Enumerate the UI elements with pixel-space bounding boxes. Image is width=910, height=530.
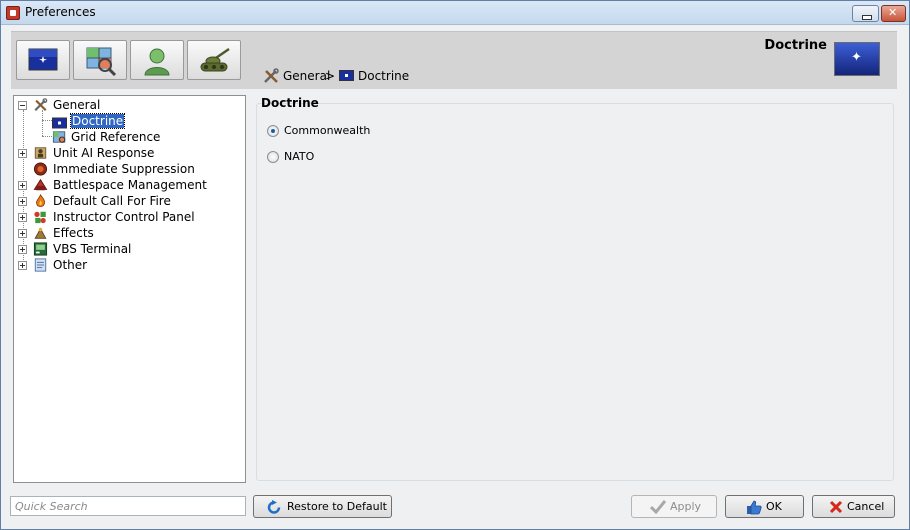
toolbar-button-grid-reference[interactable] [73,40,127,80]
tree-item-instructor-control-panel[interactable]: Instructor Control Panel [18,209,238,225]
toolbar-button-vehicle[interactable] [187,40,241,80]
cancel-x-icon [829,500,843,514]
radio-button-checked[interactable] [267,125,279,137]
terminal-icon [33,242,48,256]
tree-connector [42,110,43,136]
close-window-button[interactable] [881,5,906,22]
radio-button-unchecked[interactable] [267,151,279,163]
tools-icon [34,98,48,112]
tree-item-label: General [53,98,101,112]
apply-button[interactable]: Apply [631,495,717,518]
battlespace-icon [33,178,48,191]
tree-item-label: Grid Reference [71,130,161,144]
expand-icon[interactable] [18,245,27,254]
tools-icon [264,68,279,83]
preferences-window: Preferences ✕ General > Doctrine Doctrin… [0,0,910,530]
header-flag-icon [834,42,880,76]
tree-item-label: Unit AI Response [53,146,155,160]
tree-item-label: Immediate Suppression [53,162,195,176]
flag-icon [28,48,58,71]
map-search-icon [86,47,117,76]
expand-icon[interactable] [18,149,27,158]
checkmark-icon [650,500,666,514]
breadcrumb-doctrine: Doctrine [358,69,410,83]
user-icon [144,48,170,76]
tree-item-general[interactable]: General [18,97,238,113]
window-title: Preferences [25,5,96,19]
tree-item-label: Battlespace Management [53,178,207,192]
tree-item-label: VBS Terminal [53,242,132,256]
tree-connector [42,120,52,121]
toolbar-button-user[interactable] [130,40,184,80]
restore-label: Restore to Default [287,500,387,513]
ok-button[interactable]: OK [725,495,804,518]
restore-default-button[interactable]: Restore to Default [253,495,392,518]
tree-item-label: Default Call For Fire [53,194,171,208]
expand-icon[interactable] [18,181,27,190]
expand-icon[interactable] [18,261,27,270]
minimize-button[interactable] [852,5,879,22]
option-label: Commonwealth [284,124,371,137]
map-icon [52,131,66,143]
tree-connector [42,136,52,137]
expand-icon[interactable] [18,213,27,222]
cancel-label: Cancel [847,500,885,513]
quick-search-input[interactable] [10,496,246,516]
document-icon [34,258,47,272]
restore-icon [267,500,281,514]
apply-label: Apply [670,500,702,513]
tree-item-effects[interactable]: Effects [18,225,238,241]
control-panel-icon [34,211,46,224]
header-title: Doctrine [764,38,827,53]
tree-item-other[interactable]: Other [18,257,238,273]
tree-item-grid-reference[interactable]: Grid Reference [52,129,242,145]
expand-icon[interactable] [18,229,27,238]
tree-item-label: Doctrine [69,113,126,129]
thumbs-up-icon [747,500,762,515]
fire-icon [36,194,45,207]
effects-icon [34,227,47,239]
tree-item-doctrine[interactable]: Doctrine [52,113,242,129]
tree-item-label: Instructor Control Panel [53,210,195,224]
tree-item-default-call-for-fire[interactable]: Default Call For Fire [18,193,238,209]
title-bar[interactable]: Preferences [1,1,909,25]
tree-item-immediate-suppression[interactable]: Immediate Suppression [18,161,238,177]
tree-item-vbs-terminal[interactable]: VBS Terminal [18,241,238,257]
breadcrumb-general[interactable]: General [283,69,330,83]
tree-item-label: Other [53,258,88,272]
tree-item-battlespace-management[interactable]: Battlespace Management [18,177,238,193]
category-tree[interactable]: General Doctrine Grid Reference Unit AI … [13,95,246,483]
flag-icon [339,70,354,81]
explosion-icon [33,162,48,176]
collapse-icon[interactable] [18,101,27,110]
tank-icon [200,47,230,72]
breadcrumb-separator: > [325,69,336,83]
option-label: NATO [284,150,315,163]
app-icon [6,6,20,20]
toolbar-button-doctrine[interactable] [16,40,70,80]
cancel-button[interactable]: Cancel [812,495,895,518]
group-title: Doctrine [261,96,319,110]
tree-item-unit-ai-response[interactable]: Unit AI Response [18,145,238,161]
doctrine-group-box [256,103,894,481]
doctrine-settings-panel: Doctrine Commonwealth NATO [254,95,897,483]
header-band: General > Doctrine Doctrine [11,31,897,89]
tree-item-label: Effects [53,226,94,240]
ok-label: OK [766,500,782,513]
soldier-icon [34,147,47,159]
flag-icon [52,117,67,129]
expand-icon[interactable] [18,197,27,206]
